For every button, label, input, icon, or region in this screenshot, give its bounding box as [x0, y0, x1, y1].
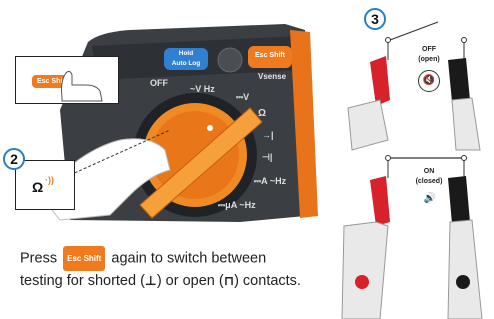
sound-icon: ·)) [45, 175, 54, 185]
esc-shift-button[interactable]: Esc Shift [248, 52, 292, 59]
esc-shift-callout: Esc Shift [15, 56, 119, 104]
instruction-caption: Press Esc Shift again to switch between … [20, 246, 310, 292]
probe-diagrams [341, 21, 483, 319]
on-sub-label: (closed) [415, 178, 443, 185]
dial-v-label: ⎓V [236, 92, 250, 102]
off-sub-label: (open) [418, 56, 440, 63]
hold-button[interactable]: Hold Auto Log [164, 48, 208, 70]
dial-diode-label: →| [262, 130, 274, 140]
autolog-label: Auto Log [171, 60, 201, 67]
dial-a-label: ⎓A ~Hz [254, 176, 287, 186]
caption-part1: Press [20, 250, 58, 267]
muted-speaker-icon: 🔇 [418, 70, 440, 92]
step-2-badge: 2 [3, 148, 25, 170]
ohm-symbol: Ω [32, 179, 44, 195]
off-label: OFF [422, 46, 436, 53]
dial-ohm-label: Ω [258, 108, 267, 119]
pointing-hand-icon [61, 70, 103, 102]
speaker-sound-icon: 🔊 [423, 193, 437, 204]
caption-part3: ) or open ( [156, 273, 224, 289]
ohm-callout: Ω ·)) [15, 160, 75, 210]
open-symbol: ⊓ [223, 274, 235, 289]
caption-part4: ) contacts. [234, 273, 301, 289]
caption-esc-button: Esc Shift [63, 246, 106, 271]
vsense-label: Vsense [258, 72, 287, 81]
short-symbol: ⊥ [144, 274, 157, 289]
on-label: ON [423, 168, 435, 175]
dial-vhz-label: ~V Hz [190, 84, 215, 94]
dial-cap-label: ⊣| [262, 152, 273, 162]
dial-off-label: OFF [150, 78, 168, 88]
dial-ua-label: ⎓μA ~Hz [218, 200, 256, 210]
hold-label: Hold [178, 50, 194, 57]
